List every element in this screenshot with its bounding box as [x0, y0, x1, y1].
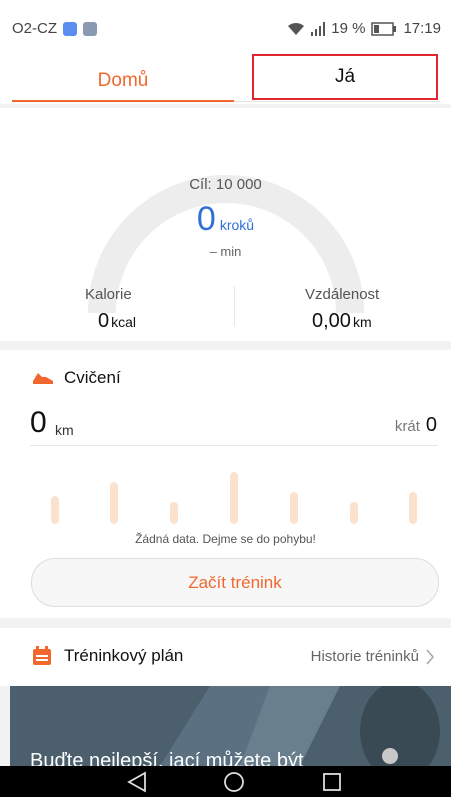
- training-history-label: Historie tréninků: [310, 648, 419, 665]
- signal-icon: [311, 21, 326, 36]
- carrier-label: O2-CZ: [12, 20, 57, 37]
- active-minutes: – min: [209, 244, 242, 259]
- step-count-unit: kroků: [219, 217, 255, 233]
- exercise-card[interactable]: Cvičení 0 km krát 0 Žádná data. Dejme se …: [0, 350, 451, 618]
- status-left: O2-CZ: [12, 20, 97, 37]
- system-navigation-bar: [0, 766, 451, 797]
- clock: 17:19: [403, 20, 441, 37]
- start-workout-button[interactable]: Začít trénink: [31, 558, 439, 607]
- exercise-times: krát 0: [395, 414, 437, 437]
- distance-number: 0,00: [312, 310, 351, 332]
- placeholder-bar: [409, 492, 417, 524]
- exercise-km-unit: km: [55, 422, 74, 438]
- distance-value: 0,00 km: [312, 310, 372, 333]
- calories-unit: kcal: [111, 314, 137, 330]
- battery-icon: [371, 21, 397, 36]
- step-count-value: 0: [196, 200, 216, 238]
- exercise-title: Cvičení: [64, 368, 121, 387]
- distance-label: Vzdálenost: [305, 286, 380, 303]
- back-icon[interactable]: [125, 770, 149, 794]
- placeholder-bar: [230, 472, 238, 524]
- image-icon: [83, 21, 97, 36]
- chevron-right-icon: [426, 648, 435, 665]
- exercise-header: Cvičení: [32, 368, 121, 388]
- status-right: 19 % 17:19: [287, 20, 441, 37]
- calories-value: 0 kcal: [98, 310, 136, 333]
- exercise-times-label: krát: [394, 418, 420, 435]
- placeholder-bar: [290, 492, 298, 524]
- tab-me[interactable]: Já: [252, 54, 438, 100]
- training-plan-label: Tréninkový plán: [64, 646, 184, 665]
- promo-banner-text: Buďte nejlepší, jací můžete být: [30, 750, 304, 766]
- recent-apps-icon[interactable]: [320, 770, 344, 794]
- promo-banner[interactable]: Buďte nejlepší, jací můžete být: [10, 686, 451, 766]
- wifi-icon: [288, 22, 305, 35]
- tab-divider: [234, 101, 439, 102]
- placeholder-bar: [110, 482, 118, 524]
- placeholder-bar: [170, 502, 178, 524]
- notification-icon: [63, 21, 77, 36]
- placeholder-bar: [350, 502, 358, 524]
- training-plan[interactable]: Tréninkový plán: [32, 646, 183, 666]
- status-bar: O2-CZ 19 % 17:19: [0, 0, 451, 58]
- calories-number: 0: [98, 310, 110, 332]
- exercise-km-value: 0: [30, 406, 47, 439]
- home-icon[interactable]: [222, 770, 246, 794]
- no-data-message: Žádná data. Dejme se do pohybu!: [135, 532, 316, 546]
- distance-unit: km: [352, 314, 372, 330]
- placeholder-bar: [51, 496, 59, 524]
- running-shoe-icon: [33, 373, 53, 384]
- active-tab-indicator: [12, 100, 234, 102]
- step-count: 0 kroků: [0, 200, 451, 239]
- battery-percent: 19 %: [331, 20, 366, 37]
- tab-bar: Domů Já: [0, 54, 451, 104]
- training-plan-row[interactable]: Tréninkový plán Historie tréninků: [0, 628, 451, 686]
- stats-divider: [234, 286, 235, 326]
- step-goal: Cíl: 10 000: [189, 176, 262, 193]
- calories-label: Kalorie: [85, 286, 132, 303]
- exercise-times-value: 0: [425, 414, 437, 436]
- calendar-icon: [33, 646, 51, 665]
- tab-home[interactable]: Domů: [12, 58, 234, 104]
- exercise-divider: [30, 445, 438, 446]
- training-history-link[interactable]: Historie tréninků: [311, 648, 435, 665]
- activity-summary-card[interactable]: Cíl: 10 000 0 kroků – min Kalorie 0 kcal V…: [0, 108, 451, 341]
